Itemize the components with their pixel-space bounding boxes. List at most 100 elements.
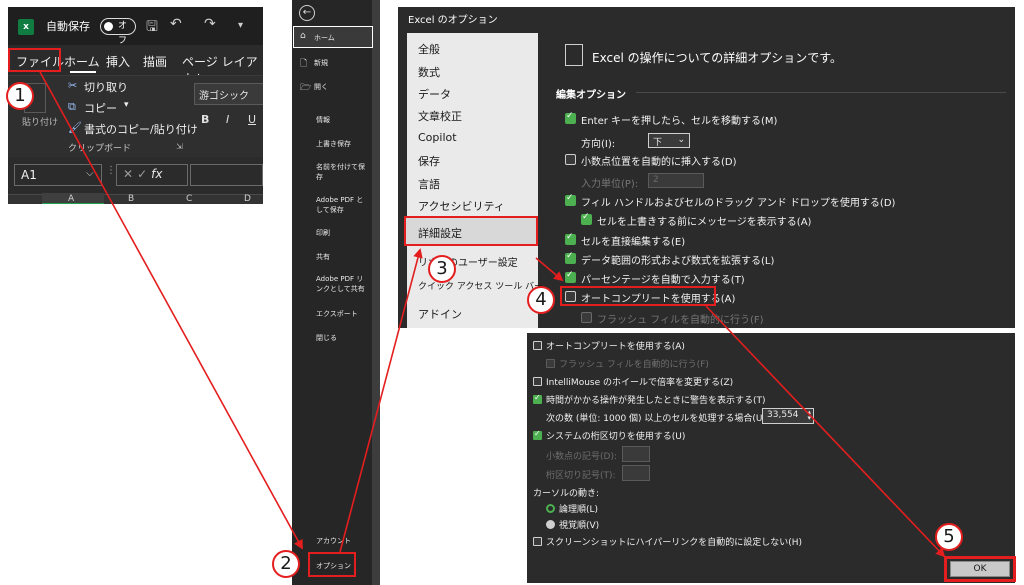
backstage-save-as[interactable]: 名前を付けて保存	[316, 162, 368, 182]
direct-edit-label: セルを直接編集する(E)	[581, 237, 686, 248]
column-header-d[interactable]: D	[244, 194, 251, 204]
category-language[interactable]: 言語	[418, 176, 440, 192]
input-unit-spinner[interactable]: 2	[648, 173, 704, 188]
backstage-edge	[372, 0, 380, 585]
category-advanced[interactable]: 詳細設定	[418, 225, 462, 241]
customize-qa-icon[interactable]: ▾	[238, 20, 243, 31]
backstage-new[interactable]: 新規	[314, 58, 328, 68]
backstage-adobe-pdf-share[interactable]: Adobe PDF リンクとして共有	[316, 274, 370, 294]
backstage-save[interactable]: 上書き保存	[316, 139, 351, 149]
logical-radio[interactable]	[546, 504, 555, 513]
decimal-separator-field[interactable]	[622, 446, 650, 462]
format-painter-button[interactable]: 書式のコピー/貼り付け	[84, 121, 198, 137]
paste-label[interactable]: 貼り付け	[22, 115, 58, 128]
new-file-icon: 🗋	[300, 59, 308, 69]
italic-button[interactable]: I	[226, 113, 229, 126]
tab-draw[interactable]: 描画	[143, 53, 167, 70]
backstage-home[interactable]: ホーム	[314, 33, 335, 43]
auto-percent-checkbox[interactable]	[565, 270, 576, 283]
auto-decimal-checkbox[interactable]	[565, 154, 576, 165]
enter-icon[interactable]: ✓	[137, 167, 151, 181]
category-formulas[interactable]: 数式	[418, 64, 440, 80]
backstage-print[interactable]: 印刷	[316, 228, 330, 238]
editing-options-section: 編集オプション	[556, 90, 626, 101]
category-accessibility[interactable]: アクセシビリティ	[418, 198, 505, 214]
enter-move-checkbox[interactable]	[565, 111, 576, 124]
back-icon[interactable]: ←	[299, 5, 315, 21]
visual-label: 視覚順(V)	[559, 521, 600, 531]
cells-threshold-label: 次の数 (単位: 1000 個) 以上のセルを処理する場合(U):	[546, 414, 770, 424]
category-general[interactable]: 全般	[418, 41, 440, 57]
step-3-badge: 3	[428, 255, 456, 283]
autocomplete2-checkbox[interactable]	[533, 341, 542, 350]
backstage-account[interactable]: アカウント	[316, 536, 351, 546]
direction-label: 方向(I):	[581, 139, 616, 150]
overwrite-msg-checkbox[interactable]	[581, 212, 592, 225]
tab-home[interactable]: ホーム	[64, 53, 100, 70]
flash-fill2-checkbox[interactable]	[546, 359, 555, 368]
backstage-adobe-pdf-save[interactable]: Adobe PDF として保存	[316, 195, 368, 215]
enter-move-label: Enter キーを押したら、セルを移動する(M)	[581, 116, 778, 127]
slow-warning-checkbox[interactable]	[533, 393, 542, 404]
save-icon[interactable]: 🖫	[146, 16, 158, 40]
direct-edit-checkbox[interactable]	[565, 232, 576, 245]
step-4-badge: 4	[527, 286, 555, 314]
slow-warning-label: 時間がかかる操作が発生したときに警告を表示する(T)	[546, 396, 766, 406]
dialog-title: Excel のオプション	[408, 15, 498, 26]
direction-select[interactable]: 下 ⌄	[648, 133, 690, 148]
logical-label: 論理順(L)	[559, 505, 599, 515]
font-name-box[interactable]: 游ゴシック	[194, 83, 263, 105]
autosave-toggle[interactable]: オフ	[100, 18, 136, 46]
options-highlight	[308, 552, 356, 577]
undo-icon[interactable]: ↶	[170, 16, 182, 32]
category-data[interactable]: データ	[418, 86, 451, 102]
column-header-a[interactable]: A	[68, 194, 74, 204]
column-header-c[interactable]: C	[186, 194, 192, 204]
name-box-dropdown-icon[interactable]: ⌵	[86, 168, 94, 179]
column-header-b[interactable]: B	[128, 194, 134, 204]
visual-radio[interactable]	[546, 520, 555, 529]
backstage-open[interactable]: 開く	[314, 82, 328, 92]
system-separator-checkbox[interactable]	[533, 429, 542, 440]
screenshot-link-checkbox[interactable]	[533, 537, 542, 546]
backstage-info[interactable]: 情報	[316, 115, 330, 125]
backstage-close[interactable]: 閉じる	[316, 333, 337, 343]
backstage-share[interactable]: 共有	[316, 252, 330, 262]
extend-format-checkbox[interactable]	[565, 251, 576, 264]
step-5-badge: 5	[935, 523, 963, 551]
intellimouse-checkbox[interactable]	[533, 377, 542, 386]
backstage-export[interactable]: エクスポート	[316, 309, 358, 319]
category-addins[interactable]: アドイン	[418, 306, 462, 322]
chevron-down-icon: ⌄	[677, 135, 685, 145]
copy-icon: ⧉	[68, 100, 76, 113]
fx-icon[interactable]: fx	[151, 167, 162, 181]
flash-fill-checkbox[interactable]	[581, 312, 592, 323]
excel-logo-icon: x	[18, 19, 34, 35]
category-copilot[interactable]: Copilot	[418, 131, 457, 144]
fill-handle-checkbox[interactable]	[565, 193, 576, 206]
intellimouse-label: IntelliMouse のホイールで倍率を変更する(Z)	[546, 378, 734, 388]
copy-button[interactable]: コピー	[84, 100, 117, 116]
excel-ribbon-panel: x 自動保存 オフ 🖫 ↶ ↷ ▾ ファイル ホーム 挿入 描画 ページ レイア…	[8, 7, 263, 204]
direction-value: 下	[653, 138, 663, 148]
tab-insert[interactable]: 挿入	[106, 53, 130, 70]
overwrite-msg-label: セルを上書きする前にメッセージを表示する(A)	[597, 217, 812, 228]
cells-threshold-spinner[interactable]: 33,554 ▴ ▾	[762, 408, 814, 424]
spin-arrows-icon[interactable]: ▴ ▾	[807, 409, 811, 422]
redo-icon[interactable]: ↷	[204, 16, 216, 32]
clipboard-dialog-launcher-icon[interactable]: ⇲	[176, 142, 183, 151]
underline-button[interactable]: U	[248, 113, 256, 126]
autocomplete2-label: オートコンプリートを使用する(A)	[546, 342, 685, 352]
category-proofing[interactable]: 文章校正	[418, 108, 462, 124]
thousands-separator-field[interactable]	[622, 465, 650, 481]
copy-dropdown-icon[interactable]: ▾	[124, 100, 129, 110]
auto-percent-label: パーセンテージを自動で入力する(T)	[581, 275, 745, 286]
category-save[interactable]: 保存	[418, 153, 440, 169]
formula-controls: ✕✓fx	[116, 164, 188, 186]
ok-button[interactable]: OK	[950, 561, 1010, 577]
bold-button[interactable]: B	[201, 113, 209, 126]
clipboard-group-label: クリップボード	[68, 144, 132, 154]
cut-button[interactable]: 切り取り	[84, 79, 128, 95]
formula-bar[interactable]	[190, 164, 263, 186]
cancel-icon[interactable]: ✕	[123, 167, 137, 181]
